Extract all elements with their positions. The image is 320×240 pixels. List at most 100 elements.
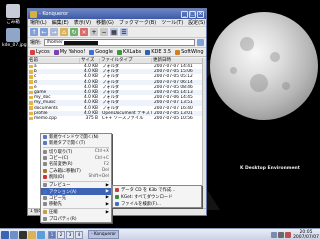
menu-item[interactable]: 表示(V) [74, 19, 91, 26]
stop-icon[interactable]: × [80, 28, 88, 36]
menu-item[interactable]: 移動(G) [96, 19, 114, 26]
desktop-icon-label: ごみ箱 [6, 20, 20, 25]
menu-item-label: 圧縮 [49, 210, 58, 216]
bookmark-item[interactable]: KXLabs [116, 49, 142, 55]
context-menu-item[interactable]: 名前変更(R) F2 [41, 161, 111, 167]
submenu-item[interactable]: KGet: すべてダウンロード [113, 193, 201, 200]
context-menu-item[interactable]: 新規ウインドウで開く(N) [41, 134, 111, 140]
bookmark-icon [145, 49, 151, 55]
file-date: 2007-07-05 10:56 [154, 115, 193, 121]
menu-item-shortcut: F2 [103, 161, 109, 167]
zoom-in-icon[interactable]: + [90, 28, 98, 36]
context-menu-item[interactable]: 新規タブで開く(T) [41, 140, 111, 146]
back-arrow-icon[interactable]: ← [40, 28, 48, 36]
list-view-icon[interactable]: ☰ [120, 28, 128, 36]
menu-item-shortcut: Del [101, 168, 109, 174]
bookmark-item[interactable]: SoftWing [175, 49, 204, 55]
redacted-path [64, 40, 99, 45]
input-method-icon[interactable] [285, 231, 292, 238]
terminal-icon[interactable] [19, 230, 27, 239]
home-folder-icon[interactable] [28, 230, 36, 239]
bookmark-item[interactable]: Google [89, 49, 113, 55]
pager-desktop[interactable]: 1 [48, 230, 56, 239]
icon-view-icon[interactable]: ▦ [110, 28, 118, 36]
menu-item-label: データ CD を K3b で作成... [121, 187, 176, 193]
context-menu-item[interactable]: 削除(D) Shift+Del [41, 174, 111, 180]
submenu-arrow-icon: ▶ [105, 201, 109, 207]
pager-desktop[interactable]: 3 [66, 230, 74, 239]
file-size: 375 B [85, 115, 98, 121]
menu-item-label: 名前変更(R) [49, 162, 73, 168]
file-name: memo.cpp [34, 115, 57, 121]
bookmark-item[interactable]: KDE 3.5 [145, 49, 171, 55]
menu-item-icon [43, 149, 47, 154]
context-menu-item[interactable]: 切り取り(T) Ctrl+X [41, 149, 111, 155]
location-input[interactable]: /home/ [43, 39, 195, 46]
show-desktop-icon[interactable] [10, 230, 18, 239]
window-titlebar[interactable]: - Konqueror _ □ × [28, 9, 206, 19]
menu-item-icon [43, 141, 47, 146]
submenu-arrow-icon: ▶ [105, 189, 109, 195]
menu-item[interactable]: 編集(E) [52, 19, 69, 26]
menu-item-icon [43, 174, 47, 179]
context-menu-item[interactable]: コピー(C) Ctrl+C [41, 155, 111, 161]
bookmark-icon [175, 49, 181, 55]
desktop-icon-image-file[interactable]: kde_07.jpg [2, 28, 27, 48]
submenu-item[interactable]: ファイルを検索(F)... [113, 200, 201, 207]
bookmark-item[interactable]: My Yahoo! [53, 49, 86, 55]
menu-item-icon [43, 183, 47, 188]
context-menu-item[interactable]: 移動先 ▶ [41, 201, 111, 207]
context-menu-item[interactable]: ごみ箱に移動(T) Del [41, 167, 111, 174]
context-menu-item[interactable]: プロパティ(R) [41, 216, 111, 222]
home-icon[interactable]: ⌂ [60, 28, 68, 36]
browser-icon[interactable] [37, 230, 45, 239]
volume-icon[interactable] [278, 231, 285, 238]
up-arrow-icon[interactable]: ↑ [30, 28, 38, 36]
menu-item[interactable]: ブックマーク(B) [119, 19, 156, 26]
bookmark-label: My Yahoo! [59, 49, 86, 55]
go-icon[interactable] [197, 39, 204, 46]
minimize-button[interactable]: _ [181, 10, 188, 18]
submenu-item[interactable]: データ CD を K3b で作成... [113, 186, 201, 193]
table-row[interactable]: memo.cpp 375 B C++ ソースファイル 2007-07-05 10:56 [28, 116, 206, 121]
menu-item[interactable]: 場所(L) [30, 19, 47, 26]
menu-item-label: 新規ウインドウで開く(N) [49, 135, 99, 141]
column-header-size[interactable]: サイズ [80, 58, 100, 63]
clock[interactable]: 20:05 2007/07/07 [293, 230, 319, 240]
close-button[interactable]: × [197, 10, 204, 18]
folder-icon [29, 101, 33, 105]
desktop-icon-trash[interactable]: ごみ箱 [2, 4, 24, 25]
folder-icon [29, 80, 33, 84]
context-menu-item[interactable]: アクション(A) ▶ [41, 188, 111, 195]
bookmark-label: KXLabs [122, 49, 142, 55]
submenu-arrow-icon: ▶ [105, 195, 109, 201]
context-menu-item[interactable]: コピー先 ▶ [41, 195, 111, 201]
column-header-name[interactable]: 名前 [28, 58, 80, 63]
bookmark-icon [116, 49, 122, 55]
context-menu-item[interactable]: 圧縮 ▶ [41, 209, 111, 215]
column-header-type[interactable]: ファイルタイプ [100, 58, 152, 63]
zoom-out-icon[interactable]: − [100, 28, 108, 36]
menu-item[interactable]: ツール(T) [161, 19, 183, 26]
menu-item[interactable]: 設定(S) [188, 19, 205, 26]
folder-icon [29, 111, 33, 116]
menu-item-icon [43, 210, 47, 215]
pager-desktop[interactable]: 2 [57, 230, 65, 239]
column-header-date[interactable]: 更新日時 [152, 58, 206, 63]
menu-item-icon [43, 202, 47, 207]
file-rows: a 4.0 KB フォルダ 2007-07-07 14:41 b 4.0 KB フォルダ 20… [28, 64, 206, 121]
folder-icon [29, 95, 33, 100]
context-menu-item[interactable]: プレビュー ▶ [41, 182, 111, 188]
clipboard-icon[interactable] [271, 231, 278, 238]
moon-wallpaper-image [210, 12, 318, 120]
bookmark-item[interactable]: Lycos [30, 49, 50, 55]
clock-date: 2007/07/07 [293, 234, 319, 240]
menu-item-icon [43, 168, 47, 173]
vertical-scrollbar[interactable] [202, 58, 206, 215]
taskbar-task-konqueror[interactable]: - Konqueror [88, 230, 120, 239]
maximize-button[interactable]: □ [189, 10, 196, 18]
forward-arrow-icon[interactable]: → [50, 28, 58, 36]
pager-desktop[interactable]: 4 [75, 230, 83, 239]
kde-menu-icon[interactable] [1, 230, 9, 239]
reload-icon[interactable]: ↻ [70, 28, 78, 36]
